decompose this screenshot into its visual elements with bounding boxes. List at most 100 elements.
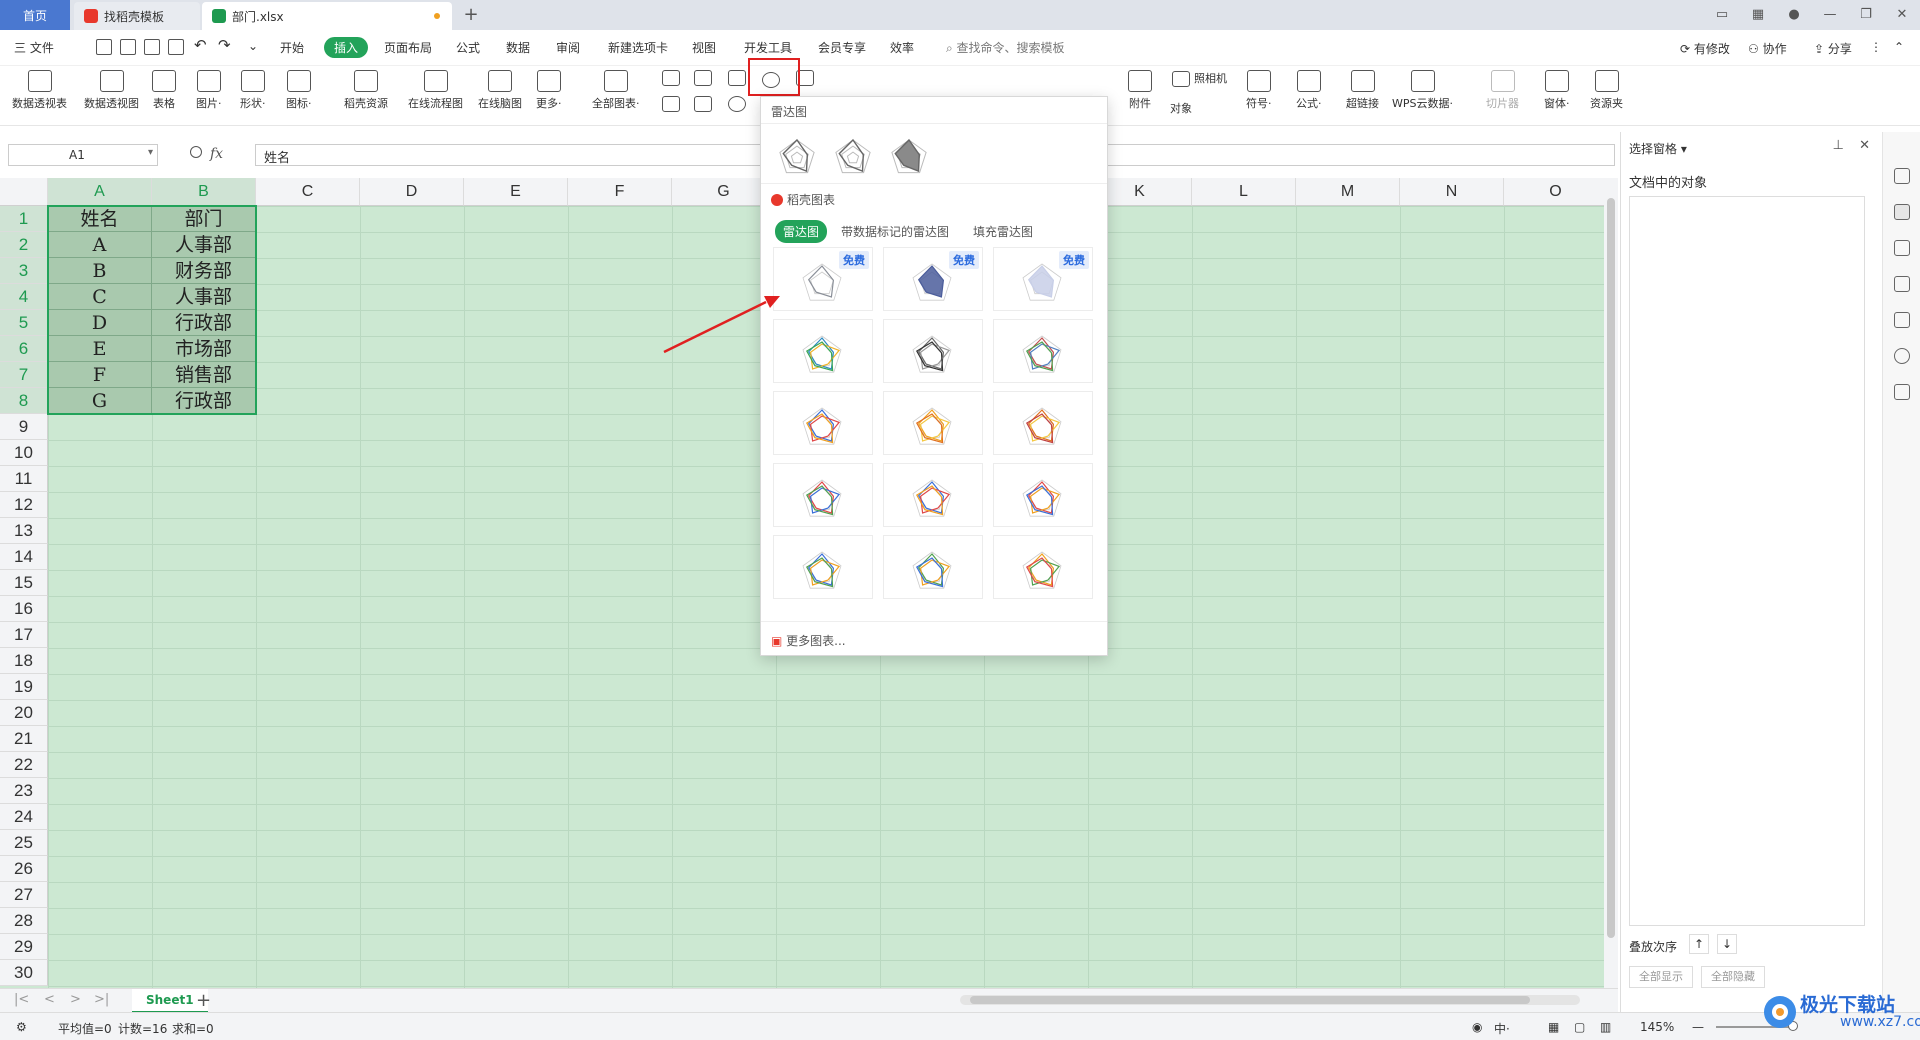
row-header-30[interactable]: 30 bbox=[0, 960, 48, 986]
zoom-formula-icon[interactable] bbox=[190, 146, 202, 158]
docer-resources-button[interactable]: 稻壳资源 bbox=[344, 70, 388, 111]
menu-tab-4[interactable]: 数据 bbox=[506, 39, 530, 56]
column-header-d[interactable]: D bbox=[360, 178, 464, 206]
share-link[interactable]: ⇪ 分享 bbox=[1814, 40, 1852, 57]
layout-icon[interactable]: ▭ bbox=[1712, 4, 1732, 24]
row-header-17[interactable]: 17 bbox=[0, 622, 48, 648]
page-break-icon[interactable]: ▥ bbox=[1600, 1020, 1611, 1034]
shape-button[interactable]: 形状· bbox=[240, 70, 266, 111]
send-backward-button[interactable]: ↓ bbox=[1717, 934, 1737, 954]
row-header-3[interactable]: 3 bbox=[0, 258, 48, 284]
row-header-12[interactable]: 12 bbox=[0, 492, 48, 518]
subtab-radar-markers[interactable]: 带数据标记的雷达图 bbox=[841, 223, 949, 240]
row-header-19[interactable]: 19 bbox=[0, 674, 48, 700]
radar-template-thumb[interactable] bbox=[993, 391, 1093, 455]
tab-file[interactable]: 部门.xlsx bbox=[202, 2, 452, 30]
settings-sliders-icon[interactable] bbox=[1894, 240, 1910, 256]
row-header-5[interactable]: 5 bbox=[0, 310, 48, 336]
radar-template-thumb[interactable]: 免费 bbox=[773, 247, 873, 311]
column-header-f[interactable]: F bbox=[568, 178, 672, 206]
row-header-27[interactable]: 27 bbox=[0, 882, 48, 908]
column-chart-button[interactable] bbox=[662, 70, 680, 89]
row-header-7[interactable]: 7 bbox=[0, 362, 48, 388]
radar-template-thumb[interactable] bbox=[773, 535, 873, 599]
column-header-a[interactable]: A bbox=[48, 178, 152, 206]
column-header-n[interactable]: N bbox=[1400, 178, 1504, 206]
row-header-28[interactable]: 28 bbox=[0, 908, 48, 934]
form-button[interactable]: 窗体· bbox=[1544, 70, 1570, 111]
row-header-20[interactable]: 20 bbox=[0, 700, 48, 726]
symbol-button[interactable]: 符号· bbox=[1246, 70, 1272, 111]
first-sheet-icon[interactable]: |< bbox=[14, 992, 29, 1007]
object-button[interactable]: 对象 bbox=[1170, 100, 1192, 116]
zoom-out-icon[interactable]: — bbox=[1692, 1020, 1704, 1034]
objects-list[interactable] bbox=[1629, 196, 1865, 926]
pin-icon[interactable]: ⊥ bbox=[1833, 138, 1844, 153]
row-header-2[interactable]: 2 bbox=[0, 232, 48, 258]
horizontal-scrollbar[interactable] bbox=[960, 995, 1580, 1005]
pivot-table-button[interactable]: 数据透视表 bbox=[12, 70, 67, 111]
more-charts-link[interactable]: ▣ 更多图表... bbox=[771, 632, 846, 649]
row-header-14[interactable]: 14 bbox=[0, 544, 48, 570]
area-chart-button[interactable] bbox=[662, 96, 680, 115]
column-header-l[interactable]: L bbox=[1192, 178, 1296, 206]
row-header-8[interactable]: 8 bbox=[0, 388, 48, 414]
more-button[interactable]: 更多· bbox=[536, 70, 562, 111]
radar-template-thumb[interactable] bbox=[773, 463, 873, 527]
menu-tab-5[interactable]: 审阅 bbox=[556, 39, 580, 56]
add-sheet-button[interactable]: + bbox=[196, 990, 211, 1011]
close-icon[interactable]: ✕ bbox=[1892, 4, 1912, 24]
menu-tab-9[interactable]: 会员专享 bbox=[818, 39, 866, 56]
column-header-o[interactable]: O bbox=[1504, 178, 1604, 206]
row-header-26[interactable]: 26 bbox=[0, 856, 48, 882]
apps-grid-icon[interactable]: ▦ bbox=[1748, 4, 1768, 24]
column-header-e[interactable]: E bbox=[464, 178, 568, 206]
prev-sheet-icon[interactable]: < bbox=[44, 992, 55, 1007]
row-header-6[interactable]: 6 bbox=[0, 336, 48, 362]
undo-icon[interactable]: ↶ bbox=[194, 36, 207, 54]
minimize-icon[interactable]: — bbox=[1820, 4, 1840, 24]
subtab-radar[interactable]: 雷达图 bbox=[775, 220, 828, 243]
hide-all-button[interactable]: 全部隐藏 bbox=[1701, 966, 1765, 988]
compass-icon[interactable] bbox=[1894, 348, 1910, 364]
file-menu[interactable]: 三 文件 bbox=[14, 39, 54, 56]
new-tab-button[interactable]: + bbox=[460, 4, 482, 26]
column-header-b[interactable]: B bbox=[152, 178, 256, 206]
row-header-22[interactable]: 22 bbox=[0, 752, 48, 778]
tab-home[interactable]: 首页 bbox=[0, 0, 70, 30]
row-header-16[interactable]: 16 bbox=[0, 596, 48, 622]
stock-chart-button[interactable] bbox=[694, 96, 712, 115]
row-header-10[interactable]: 10 bbox=[0, 440, 48, 466]
row-header-29[interactable]: 29 bbox=[0, 934, 48, 960]
more-options-icon[interactable]: ⋮ bbox=[1870, 40, 1882, 54]
select-all-corner[interactable] bbox=[0, 178, 48, 206]
radar-filled-thumb[interactable] bbox=[887, 135, 931, 179]
print-preview-icon[interactable] bbox=[168, 39, 184, 55]
horizontal-scroll-thumb[interactable] bbox=[970, 996, 1530, 1004]
rocket-icon[interactable] bbox=[1894, 168, 1910, 184]
picture-button[interactable]: 图片· bbox=[196, 70, 222, 111]
bring-forward-button[interactable]: ↑ bbox=[1689, 934, 1709, 954]
row-header-23[interactable]: 23 bbox=[0, 778, 48, 804]
online-mindmap-button[interactable]: 在线脑图 bbox=[478, 70, 522, 111]
radar-template-thumb[interactable] bbox=[993, 535, 1093, 599]
tab-templates[interactable]: 找稻壳模板 bbox=[74, 2, 200, 30]
ime-indicator[interactable]: 中· bbox=[1494, 1020, 1510, 1037]
radar-template-thumb[interactable] bbox=[883, 535, 983, 599]
name-box-dropdown-icon[interactable]: ▾ bbox=[148, 147, 153, 158]
vertical-scroll-thumb[interactable] bbox=[1607, 198, 1615, 938]
radar-template-thumb[interactable] bbox=[883, 391, 983, 455]
save-icon[interactable] bbox=[96, 39, 112, 55]
changes-link[interactable]: ⟳ 有修改 bbox=[1680, 40, 1730, 57]
redo-icon[interactable]: ↷ bbox=[218, 36, 231, 54]
macro-icon[interactable]: ⚙ bbox=[16, 1020, 27, 1034]
collaborate-link[interactable]: ⚇ 协作 bbox=[1748, 40, 1787, 57]
command-search[interactable]: ⌕ 查找命令、搜索模板 bbox=[946, 39, 1065, 56]
radar-template-thumb[interactable]: 免费 bbox=[883, 247, 983, 311]
pivot-chart-button[interactable]: 数据透视图 bbox=[84, 70, 139, 111]
name-box[interactable]: A1 ▾ bbox=[8, 144, 158, 166]
row-header-11[interactable]: 11 bbox=[0, 466, 48, 492]
online-flowchart-button[interactable]: 在线流程图 bbox=[408, 70, 463, 111]
menu-tab-10[interactable]: 效率 bbox=[890, 39, 914, 56]
pointer-icon[interactable] bbox=[1894, 204, 1910, 220]
